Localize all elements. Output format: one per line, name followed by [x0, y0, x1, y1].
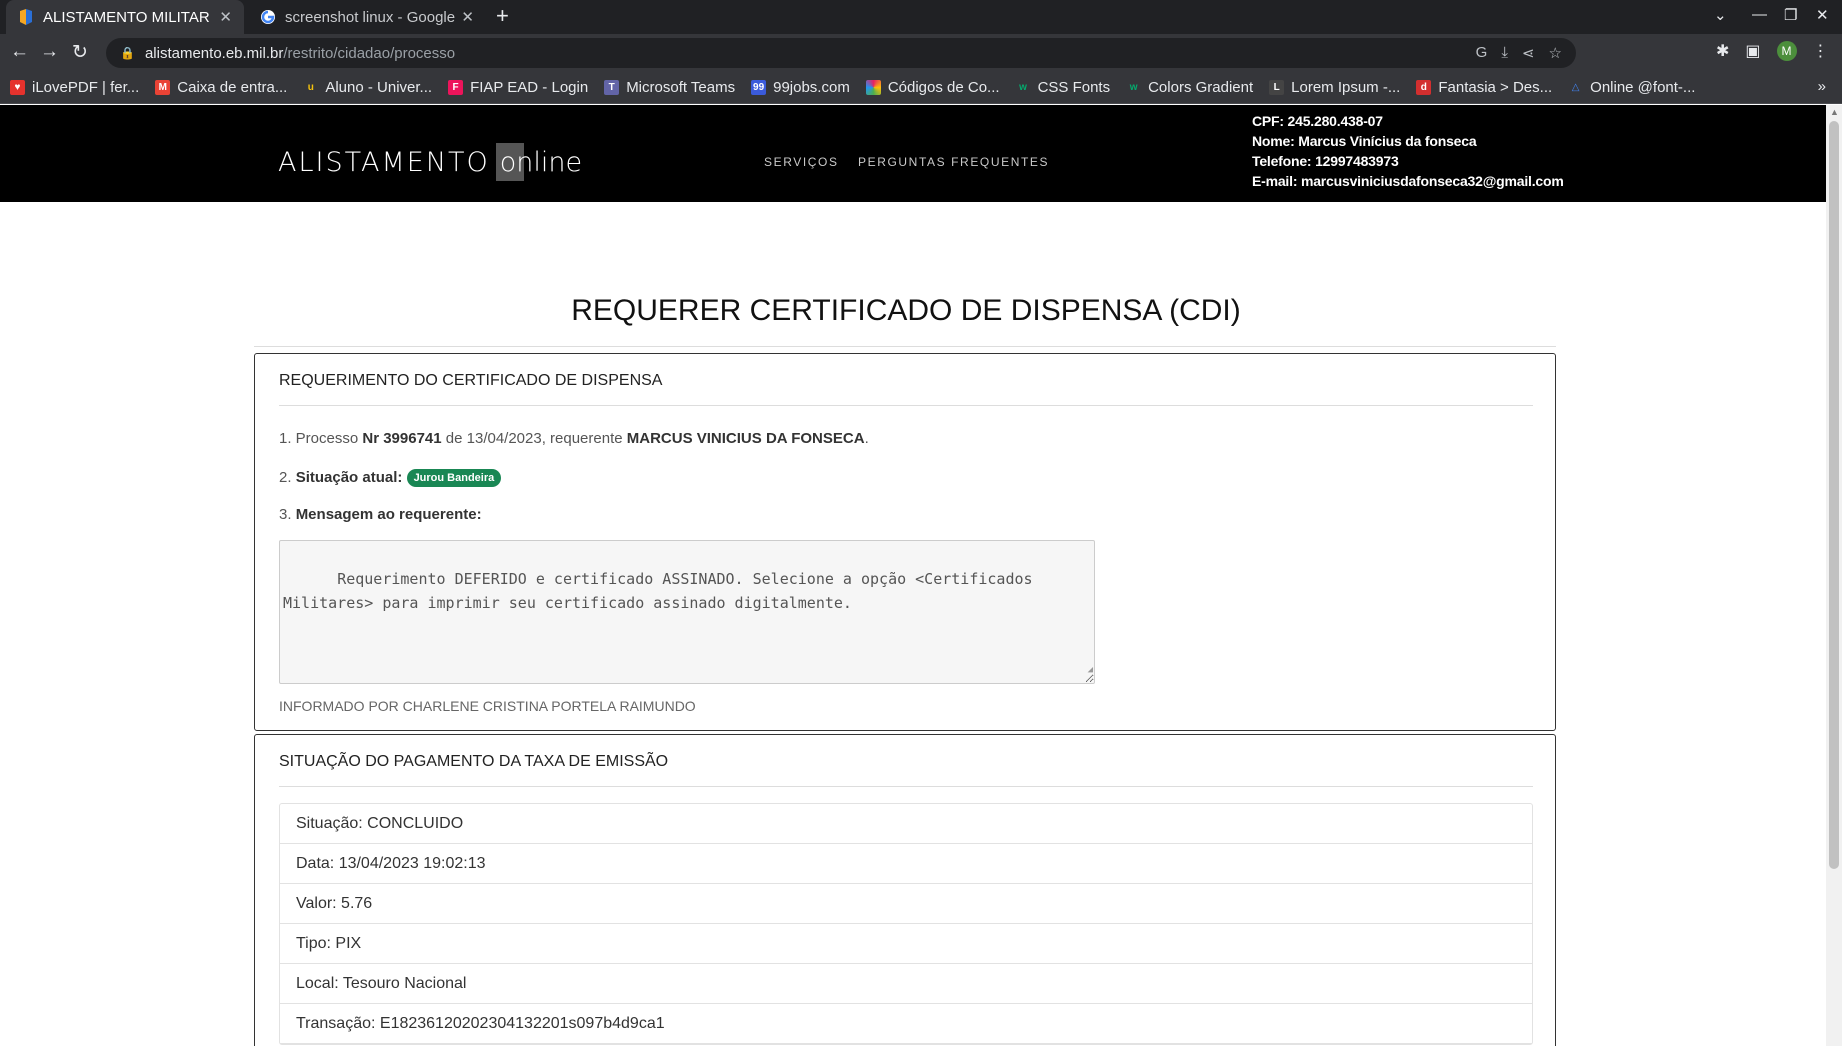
bookmark-ilovepdf[interactable]: ♥ iLovePDF | fer...: [10, 79, 139, 96]
pagamento-data: Data: 13/04/2023 19:02:13: [280, 844, 1532, 884]
address-bar[interactable]: 🔒 alistamento.eb.mil.br/restrito/cidadao…: [106, 38, 1576, 68]
pagamento-list: Situação: CONCLUIDO Data: 13/04/2023 19:…: [279, 803, 1533, 1045]
informado-por: INFORMADO POR CHARLENE CRISTINA PORTELA …: [279, 698, 696, 714]
google-lens-icon[interactable]: G: [1476, 44, 1488, 62]
tab-close-icon[interactable]: ✕: [461, 8, 474, 26]
requerimento-heading: REQUERIMENTO DO CERTIFICADO DE DISPENSA: [279, 372, 663, 389]
scrollbar-thumb[interactable]: [1829, 121, 1839, 869]
requerimento-panel: REQUERIMENTO DO CERTIFICADO DE DISPENSA …: [254, 353, 1556, 731]
site-favicon-icon: [20, 9, 32, 25]
minimize-button[interactable]: —: [1752, 6, 1767, 23]
profile-avatar[interactable]: M: [1776, 41, 1797, 61]
user-cpf: CPF: 245.280.438-07: [1252, 113, 1383, 129]
palette-icon: [865, 80, 881, 95]
site-logo[interactable]: ALISTAMENTO online: [278, 143, 582, 181]
user-email: E-mail: marcusviniciusdafonseca32@gmail.…: [1252, 173, 1564, 189]
pagamento-situacao: Situação: CONCLUIDO: [280, 804, 1532, 844]
processo-line: 1. Processo Nr 3996741 de 13/04/2023, re…: [279, 430, 869, 447]
tab-close-icon[interactable]: ✕: [219, 8, 232, 26]
lock-icon: 🔒: [120, 46, 135, 60]
panel-divider: [279, 786, 1533, 787]
status-badge: Jurou Bandeira: [406, 469, 502, 487]
bookmark-gmail[interactable]: M Caixa de entra...: [155, 79, 287, 96]
page-viewport: ALISTAMENTO online SERVIÇOS PERGUNTAS FRE…: [0, 105, 1826, 1046]
bookmark-css-fonts[interactable]: w CSS Fonts: [1015, 79, 1110, 96]
99jobs-icon: 99: [751, 80, 767, 95]
bookmark-font-online[interactable]: △ Online @font-...: [1568, 79, 1695, 96]
pagamento-valor: Valor: 5.76: [280, 884, 1532, 924]
page-title: REQUERER CERTIFICADO DE DISPENSA (CDI): [571, 294, 1241, 327]
forward-button[interactable]: →: [40, 41, 59, 63]
pagamento-local: Local: Tesouro Nacional: [280, 964, 1532, 1004]
heart-icon: ♥: [10, 80, 25, 95]
reload-button[interactable]: ↻: [72, 41, 88, 64]
menu-servicos[interactable]: SERVIÇOS: [764, 155, 839, 169]
google-icon: [261, 10, 275, 24]
dafont-icon: d: [1416, 80, 1432, 95]
user-telefone: Telefone: 12997483973: [1252, 153, 1399, 169]
share-icon[interactable]: ⋖: [1522, 44, 1535, 62]
triangle-icon: △: [1568, 80, 1584, 95]
site-header: ALISTAMENTO online SERVIÇOS PERGUNTAS FRE…: [0, 105, 1826, 202]
panel-divider: [279, 405, 1533, 406]
bookmark-fiap[interactable]: F FIAP EAD - Login: [448, 79, 588, 96]
tab-alistamento[interactable]: ALISTAMENTO MILITAR C ✕: [6, 0, 244, 34]
more-bookmarks-icon[interactable]: »: [1818, 78, 1826, 95]
browser-tabstrip: ALISTAMENTO MILITAR C ✕ screenshot linux…: [0, 0, 1842, 34]
w3-icon: w: [1126, 80, 1142, 95]
bookmark-99jobs[interactable]: 99 99jobs.com: [751, 79, 850, 96]
bookmark-aluno[interactable]: u Aluno - Univer...: [303, 79, 432, 96]
bookmark-teams[interactable]: T Microsoft Teams: [604, 79, 735, 96]
tab-search-icon[interactable]: ⌄: [1714, 6, 1727, 24]
browser-toolbar: ← → ↻ 🔒 alistamento.eb.mil.br/restrito/c…: [0, 34, 1842, 72]
bookmark-codigos[interactable]: Códigos de Co...: [865, 79, 1000, 96]
pagamento-transacao: Transação: E18236120202304132201s097b4d9…: [280, 1004, 1532, 1044]
pagamento-panel: SITUAÇÃO DO PAGAMENTO DA TAXA DE EMISSÃO…: [254, 734, 1556, 1046]
processo-numero: Nr 3996741: [362, 430, 442, 447]
teams-icon: T: [604, 80, 620, 95]
tab-screenshot-linux[interactable]: screenshot linux - Google ✕: [248, 0, 486, 34]
new-tab-button[interactable]: +: [496, 3, 509, 29]
w3-icon: w: [1015, 80, 1031, 95]
resize-handle-icon[interactable]: ◢: [1088, 658, 1093, 682]
tab-title: ALISTAMENTO MILITAR C: [43, 8, 214, 26]
bookmark-fantasia[interactable]: d Fantasia > Des...: [1416, 79, 1552, 96]
title-divider: [254, 346, 1556, 347]
bookmarks-bar: ♥ iLovePDF | fer... M Caixa de entra... uA…: [0, 72, 1842, 104]
situacao-line: 2. Situação atual: Jurou Bandeira: [279, 469, 502, 487]
menu-perguntas-frequentes[interactable]: PERGUNTAS FREQUENTES: [858, 155, 1049, 169]
back-button[interactable]: ←: [10, 41, 29, 63]
tab-title: screenshot linux - Google: [285, 8, 456, 26]
gmail-icon: M: [155, 80, 171, 95]
bookmark-colors-gradient[interactable]: w Colors Gradient: [1126, 79, 1253, 96]
bookmark-star-icon[interactable]: ☆: [1549, 44, 1562, 62]
menu-kebab-icon[interactable]: ⋮: [1813, 41, 1829, 61]
mensagem-line: 3. Mensagem ao requerente:: [279, 506, 482, 523]
extensions-icon[interactable]: ✱: [1716, 41, 1729, 61]
requerente-nome: MARCUS VINICIUS DA FONSECA: [626, 430, 865, 447]
url-path: /restrito/cidadao/processo: [283, 44, 456, 62]
bookmark-lorem-ipsum[interactable]: L Lorem Ipsum -...: [1269, 79, 1400, 96]
user-info: CPF: 245.280.438-07 Nome: Marcus Viníciu…: [1252, 111, 1564, 191]
url-host: alistamento.eb.mil.br: [144, 44, 284, 62]
mensagem-textarea[interactable]: Requerimento DEFERIDO e certificado ASSI…: [279, 540, 1095, 684]
u-icon: u: [303, 80, 319, 95]
pagamento-tipo: Tipo: PIX: [280, 924, 1532, 964]
page-scrollbar[interactable]: ▲: [1826, 105, 1842, 1046]
pagamento-heading: SITUAÇÃO DO PAGAMENTO DA TAXA DE EMISSÃO: [279, 753, 669, 770]
fiap-icon: F: [448, 80, 464, 95]
close-window-button[interactable]: ✕: [1816, 6, 1829, 24]
scroll-up-icon[interactable]: ▲: [1830, 107, 1839, 117]
side-panel-icon[interactable]: ▣: [1745, 41, 1760, 61]
user-nome: Nome: Marcus Vinícius da fonseca: [1252, 133, 1477, 149]
lorem-icon: L: [1269, 80, 1285, 95]
restore-button[interactable]: ❐: [1784, 6, 1797, 24]
install-app-icon[interactable]: ⤓: [1501, 44, 1508, 62]
